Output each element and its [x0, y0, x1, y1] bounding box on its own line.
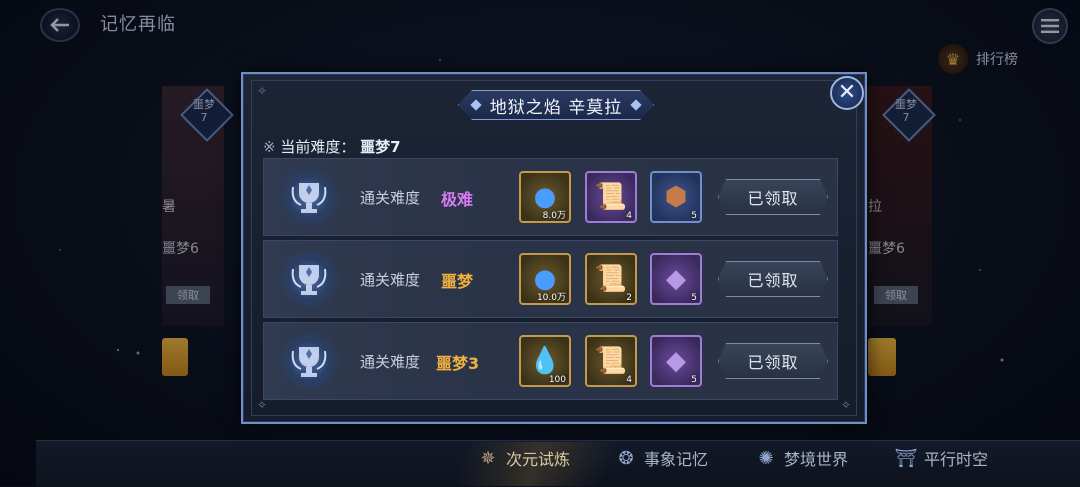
purple-crystal-icon: ◆	[666, 346, 686, 376]
corner-ornament-icon: ✧	[840, 398, 852, 412]
nav-item-dream-world[interactable]: ✺ 梦境世界	[754, 446, 848, 470]
star-burst-icon: ✵	[480, 447, 496, 469]
nav-item-dimension-trial[interactable]: ✵ 次元试炼	[476, 446, 570, 470]
reward-count: 2	[626, 293, 632, 303]
reward-item[interactable]: ◆ 5	[650, 335, 702, 387]
scroll-gold-icon: 📜	[594, 264, 628, 294]
reward-item[interactable]: 📜 4	[585, 171, 637, 223]
reward-item[interactable]: 📜 2	[585, 253, 637, 305]
dream-orb-icon: ✺	[758, 447, 774, 469]
purple-crystal-icon: ◆	[666, 264, 686, 294]
diamond-icon	[631, 99, 642, 110]
nav-label: 次元试炼	[506, 450, 571, 469]
reward-count: 5	[691, 211, 697, 221]
scroll-gold-icon: 📜	[594, 346, 628, 376]
reward-count: 8.0万	[542, 211, 566, 221]
trophy-icon	[278, 330, 340, 392]
reward-item[interactable]: ● 10.0万	[519, 253, 571, 305]
current-difficulty: ※ 当前难度： 噩梦7	[263, 136, 401, 157]
trophy-icon	[278, 166, 340, 228]
nav-label: 事象记忆	[644, 450, 709, 469]
modal-title: 地狱之焰 辛莫拉	[489, 97, 623, 118]
nav-label: 平行时空	[924, 450, 989, 469]
diamond-icon	[470, 99, 481, 110]
corner-ornament-icon: ✧	[256, 398, 268, 412]
reward-count: 10.0万	[536, 293, 566, 303]
current-difficulty-value: 噩梦7	[360, 138, 401, 156]
clear-difficulty-label: 通关难度	[360, 189, 421, 207]
reward-count: 100	[548, 375, 566, 385]
reward-item[interactable]: 💧 100	[519, 335, 571, 387]
nav-label: 梦境世界	[784, 450, 849, 469]
claimed-button[interactable]: 已领取	[718, 261, 828, 297]
clear-difficulty-value: 噩梦	[441, 272, 474, 291]
clear-difficulty-label: 通关难度	[360, 271, 421, 289]
nav-item-event-memory[interactable]: ❂ 事象记忆	[614, 446, 708, 470]
claimed-button[interactable]: 已领取	[718, 343, 828, 379]
gate-icon: ⛩	[894, 447, 918, 469]
reward-item[interactable]: ⬢ 5	[650, 171, 702, 223]
clear-difficulty-label: 通关难度	[360, 353, 421, 371]
reward-item[interactable]: 📜 4	[585, 335, 637, 387]
reward-item[interactable]: ◆ 5	[650, 253, 702, 305]
copper-ore-icon: ⬢	[664, 182, 688, 212]
corner-ornament-icon: ✧	[256, 84, 268, 98]
scroll-blue-icon: 📜	[594, 182, 628, 212]
nav-item-parallel-space[interactable]: ⛩ 平行时空	[894, 446, 988, 470]
swirl-icon: ❂	[618, 447, 634, 469]
reward-count: 5	[691, 293, 697, 303]
reward-item[interactable]: ● 8.0万	[519, 171, 571, 223]
reference-mark: ※	[263, 138, 276, 156]
trophy-icon	[278, 248, 340, 310]
close-button[interactable]: ✕	[830, 76, 864, 110]
close-icon: ✕	[837, 80, 857, 105]
claimed-button[interactable]: 已领取	[718, 179, 828, 215]
modal-title-banner: 地狱之焰 辛莫拉	[458, 90, 654, 120]
reward-count: 4	[626, 375, 632, 385]
reward-count: 5	[691, 375, 697, 385]
current-difficulty-label: 当前难度：	[280, 138, 356, 156]
clear-difficulty-value: 极难	[441, 190, 474, 209]
rainbow-gem-icon: 💧	[528, 346, 562, 376]
reward-count: 4	[626, 211, 632, 221]
clear-difficulty-value: 噩梦3	[436, 354, 480, 373]
